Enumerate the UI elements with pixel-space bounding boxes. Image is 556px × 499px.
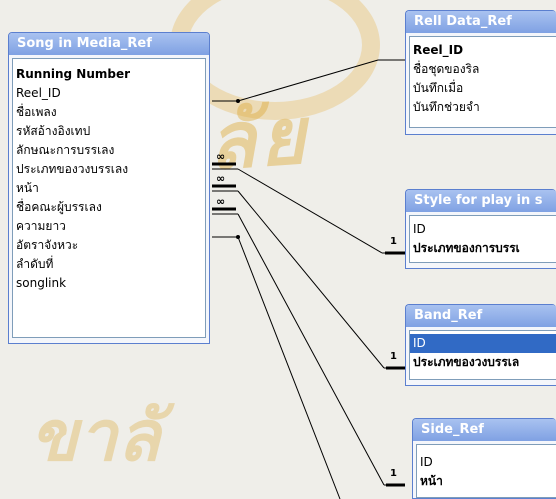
field-reel-set-name[interactable]: ชื่อชุดของริล: [410, 60, 556, 79]
one-marker-style: 1: [390, 236, 397, 247]
band-table-title[interactable]: Band_Ref: [406, 305, 556, 327]
song-table[interactable]: Song in Media_Ref Running Number Reel_ID…: [8, 32, 210, 344]
style-table[interactable]: Style for play in s ID ประเภทของการบรรเ: [405, 189, 556, 269]
side-table[interactable]: Side_Ref ID หน้า: [412, 418, 556, 499]
field-song-name[interactable]: ชื่อเพลง: [13, 103, 205, 122]
side-field-list[interactable]: ID หน้า: [416, 444, 556, 498]
field-play-style[interactable]: ลักษณะการบรรเลง: [13, 141, 205, 160]
many-marker-band: ∞: [216, 172, 225, 185]
field-songlink[interactable]: songlink: [13, 274, 205, 293]
one-marker-side: 1: [390, 468, 397, 479]
field-band-type-name[interactable]: ประเภทของวงบรรเล: [410, 353, 556, 372]
field-tape-ref[interactable]: รหัสอ้างอิงเทป: [13, 122, 205, 141]
field-reel-id[interactable]: Reel_ID: [13, 84, 205, 103]
one-marker-band: 1: [390, 351, 397, 362]
field-side-name[interactable]: หน้า: [417, 472, 556, 491]
field-style-id[interactable]: ID: [410, 220, 556, 239]
field-style-type[interactable]: ประเภทของการบรรเ: [410, 239, 556, 258]
field-duration[interactable]: ความยาว: [13, 217, 205, 236]
band-table[interactable]: Band_Ref ID ประเภทของวงบรรเล: [405, 304, 556, 386]
reel-table-title[interactable]: Rell Data_Ref: [406, 11, 556, 33]
many-marker-side: ∞: [216, 195, 225, 208]
field-band-type[interactable]: ประเภทของวงบรรเลง: [13, 160, 205, 179]
field-tempo[interactable]: อัตราจังหวะ: [13, 236, 205, 255]
field-recorded-on[interactable]: บันทึกเมื่อ: [410, 79, 556, 98]
field-memo[interactable]: บันทึกช่วยจำ: [410, 98, 556, 117]
side-table-title[interactable]: Side_Ref: [413, 419, 556, 441]
field-running-number[interactable]: Running Number: [13, 65, 205, 84]
reel-field-list[interactable]: Reel_ID ชื่อชุดของริล บันทึกเมื่อ บันทึก…: [409, 36, 556, 128]
field-order[interactable]: ลำดับที่: [13, 255, 205, 274]
style-table-title[interactable]: Style for play in s: [406, 190, 556, 212]
field-side[interactable]: หน้า: [13, 179, 205, 198]
field-band-name[interactable]: ชื่อคณะผู้บรรเลง: [13, 198, 205, 217]
many-marker-style: ∞: [216, 150, 225, 163]
song-field-list[interactable]: Running Number Reel_ID ชื่อเพลง รหัสอ้าง…: [12, 58, 206, 338]
reel-table[interactable]: Rell Data_Ref Reel_ID ชื่อชุดของริล บันท…: [405, 10, 556, 135]
band-field-list[interactable]: ID ประเภทของวงบรรเล: [409, 330, 556, 380]
field-side-id[interactable]: ID: [417, 453, 556, 472]
field-band-id[interactable]: ID: [410, 334, 556, 353]
song-table-title[interactable]: Song in Media_Ref: [9, 33, 209, 55]
field-reel-id-pk[interactable]: Reel_ID: [410, 41, 556, 60]
style-field-list[interactable]: ID ประเภทของการบรรเ: [409, 215, 556, 263]
